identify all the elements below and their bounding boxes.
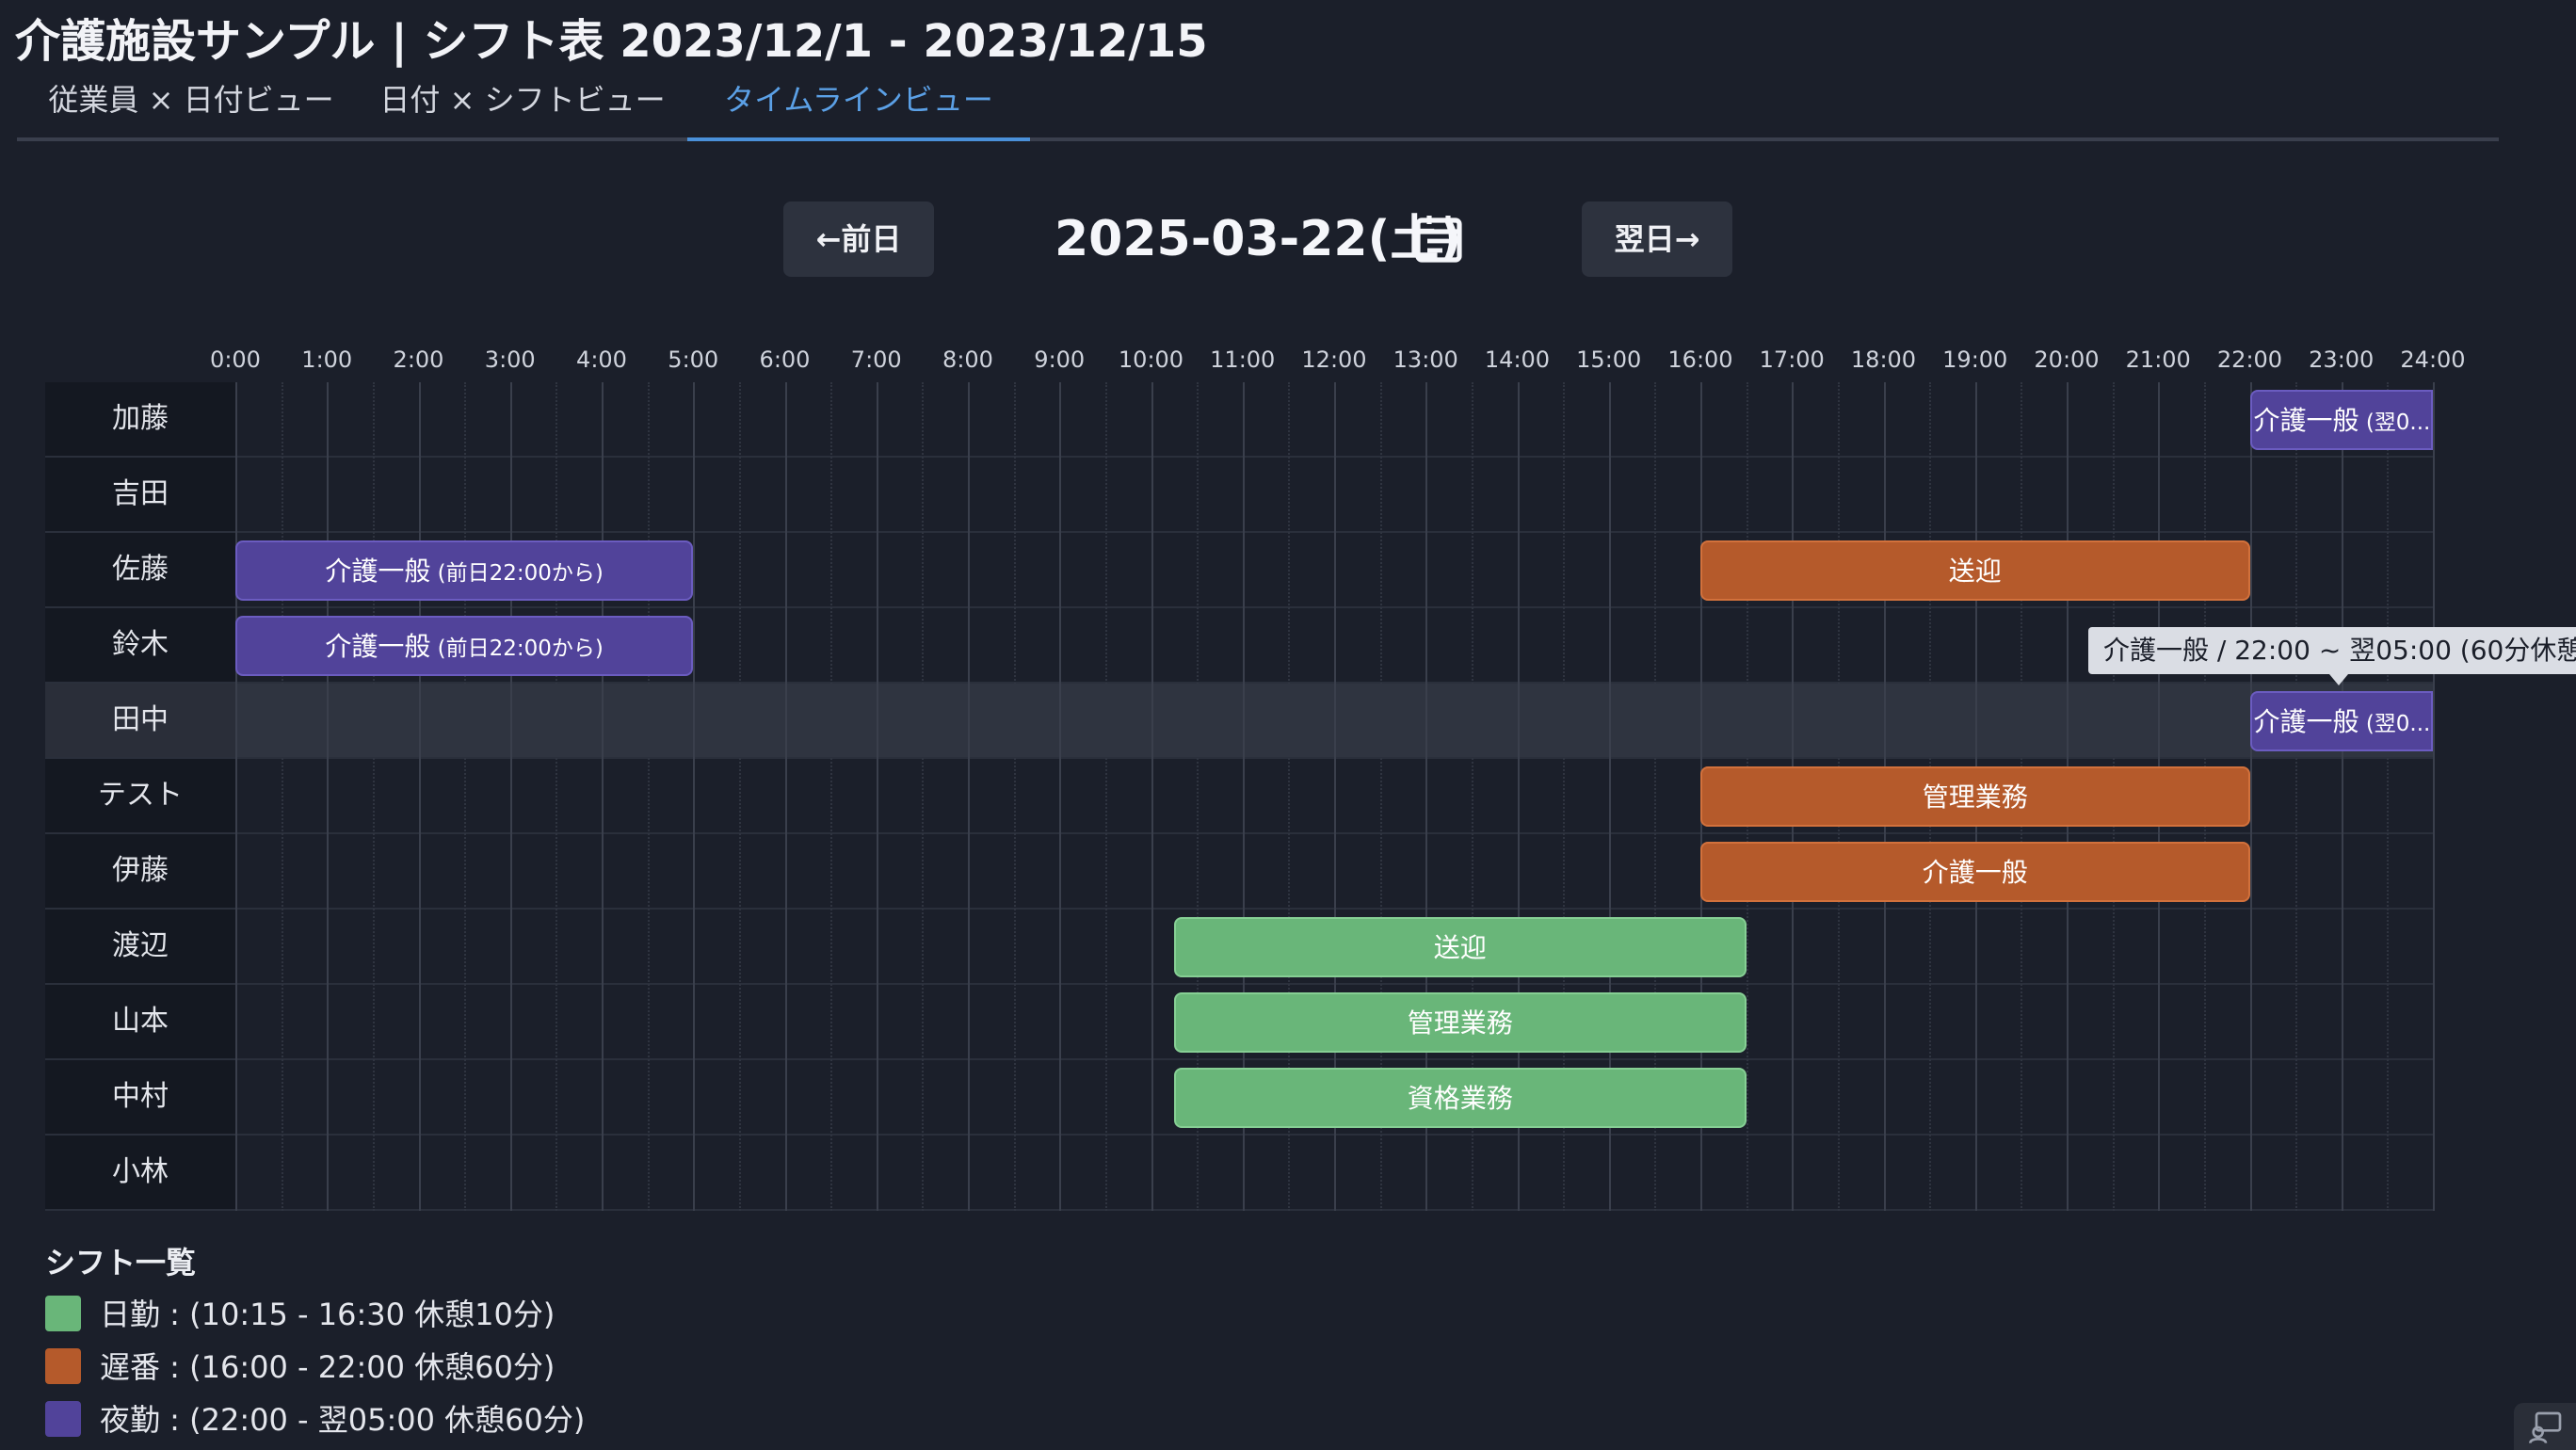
hour-label: 22:00 <box>2216 346 2283 373</box>
shift-bar-late[interactable]: 介護一般 <box>1700 842 2250 902</box>
legend-swatch-late <box>45 1348 81 1384</box>
grid-line <box>922 382 925 1211</box>
feedback-icon <box>2529 1411 2562 1444</box>
employee-name: 佐藤 <box>45 533 235 606</box>
legend-text-late: 遅番 : (16:00 - 22:00 休憩60分) <box>100 1349 555 1385</box>
shift-label: 介護一般 <box>325 556 431 587</box>
grid-line <box>2341 382 2343 1211</box>
grid-line <box>555 382 558 1211</box>
grid-line <box>647 382 650 1211</box>
legend-swatch-day <box>45 1296 81 1331</box>
employee-name: 伊藤 <box>45 834 235 908</box>
shift-label: 介護一般 <box>2253 706 2359 737</box>
hour-label: 15:00 <box>1576 346 1642 373</box>
shift-tooltip: 介護一般 / 22:00 ~ 翌05:00 (60分休憩) <box>2088 627 2576 674</box>
hour-label: 10:00 <box>1118 346 1184 373</box>
grid-line <box>464 382 467 1211</box>
grid-line <box>327 382 330 1211</box>
employee-name: 山本 <box>45 985 235 1058</box>
employee-name: 加藤 <box>45 382 235 456</box>
grid-line <box>876 382 878 1211</box>
grid-line <box>281 382 283 1211</box>
shift-label: 送迎 <box>1948 556 2002 587</box>
hour-label: 2:00 <box>393 346 444 373</box>
hour-label: 4:00 <box>576 346 627 373</box>
shift-label: 管理業務 <box>1407 1007 1513 1039</box>
shift-sublabel: (前日22:00から) <box>430 636 604 661</box>
employee-name: テスト <box>45 759 235 832</box>
shift-sublabel: (翌0... <box>2359 712 2431 736</box>
timeline-chart: 0:00 1:00 2:00 3:00 4:00 5:00 6:00 7:00 8:00 9:00… <box>0 0 2576 1224</box>
legend-text-night: 夜勤 : (22:00 - 翌05:00 休憩60分) <box>100 1402 586 1438</box>
hour-label: 5:00 <box>668 346 719 373</box>
hour-label: 20:00 <box>2034 346 2100 373</box>
grid-line <box>784 382 787 1211</box>
legend-text-day: 日勤 : (10:15 - 16:30 休憩10分) <box>100 1297 555 1332</box>
employee-name: 吉田 <box>45 458 235 531</box>
shift-sublabel: (翌0... <box>2359 411 2431 435</box>
hour-label: 12:00 <box>1301 346 1367 373</box>
shift-bar-night[interactable]: 介護一般 (翌0... <box>2249 691 2433 751</box>
hour-label: 21:00 <box>2125 346 2191 373</box>
hour-label: 1:00 <box>301 346 353 373</box>
hour-label: 13:00 <box>1393 346 1458 373</box>
employee-name: 鈴木 <box>45 608 235 682</box>
hour-label: 19:00 <box>1942 346 2008 373</box>
shift-bar-late[interactable]: 管理業務 <box>1700 766 2250 827</box>
hour-label: 24:00 <box>2400 346 2466 373</box>
shift-sublabel: (前日22:00から) <box>430 561 604 586</box>
grid-line <box>2295 382 2298 1211</box>
hour-label: 8:00 <box>942 346 993 373</box>
grid-line <box>1059 382 1062 1211</box>
grid-line <box>2433 382 2435 1211</box>
shift-bar-late[interactable]: 送迎 <box>1700 540 2250 601</box>
shift-label: 介護一般 <box>1922 857 2028 888</box>
hour-label: 11:00 <box>1210 346 1276 373</box>
shift-bar-night[interactable]: 介護一般 (翌0... <box>2249 390 2433 450</box>
hour-label: 9:00 <box>1034 346 1086 373</box>
hour-label: 16:00 <box>1667 346 1733 373</box>
shift-bar-night[interactable]: 介護一般 (前日22:00から) <box>235 540 694 601</box>
hour-label: 18:00 <box>1850 346 1917 373</box>
grid-line <box>509 382 512 1211</box>
grid-line <box>602 382 604 1211</box>
grid-line <box>968 382 970 1211</box>
shift-label: 介護一般 <box>325 631 431 662</box>
shift-label: 管理業務 <box>1922 781 2028 813</box>
legend-title: シフト一覧 <box>45 1245 197 1281</box>
employee-name: 渡辺 <box>45 910 235 983</box>
employee-name: 田中 <box>45 684 235 757</box>
shift-bar-day[interactable]: 資格業務 <box>1173 1068 1747 1128</box>
hour-label: 17:00 <box>1759 346 1825 373</box>
legend-swatch-night <box>45 1401 81 1437</box>
grid-line <box>372 382 375 1211</box>
shift-bar-day[interactable]: 管理業務 <box>1173 992 1747 1053</box>
grid-line <box>2249 382 2252 1211</box>
hour-label: 14:00 <box>1484 346 1551 373</box>
employee-name: 小林 <box>45 1136 235 1209</box>
shift-label: 送迎 <box>1433 932 1487 963</box>
grid-line <box>1013 382 1016 1211</box>
tooltip-arrow <box>2329 674 2348 685</box>
grid-line <box>418 382 421 1211</box>
hour-label: 3:00 <box>484 346 536 373</box>
grid-line <box>2387 382 2390 1211</box>
shift-bar-night[interactable]: 介護一般 (前日22:00から) <box>235 616 694 676</box>
grid-line <box>1104 382 1107 1211</box>
grid-line <box>235 382 237 1211</box>
grid-line <box>830 382 833 1211</box>
feedback-button[interactable] <box>2514 1403 2576 1450</box>
grid-line <box>1151 382 1153 1211</box>
hour-label: 7:00 <box>850 346 902 373</box>
grid-line <box>693 382 696 1211</box>
shift-label: 資格業務 <box>1407 1083 1513 1114</box>
hour-label: 0:00 <box>210 346 261 373</box>
employee-name: 中村 <box>45 1060 235 1134</box>
hour-label: 23:00 <box>2309 346 2375 373</box>
shift-label: 介護一般 <box>2253 405 2359 436</box>
shift-bar-day[interactable]: 送迎 <box>1173 917 1747 977</box>
grid-line <box>738 382 741 1211</box>
hour-label: 6:00 <box>759 346 811 373</box>
